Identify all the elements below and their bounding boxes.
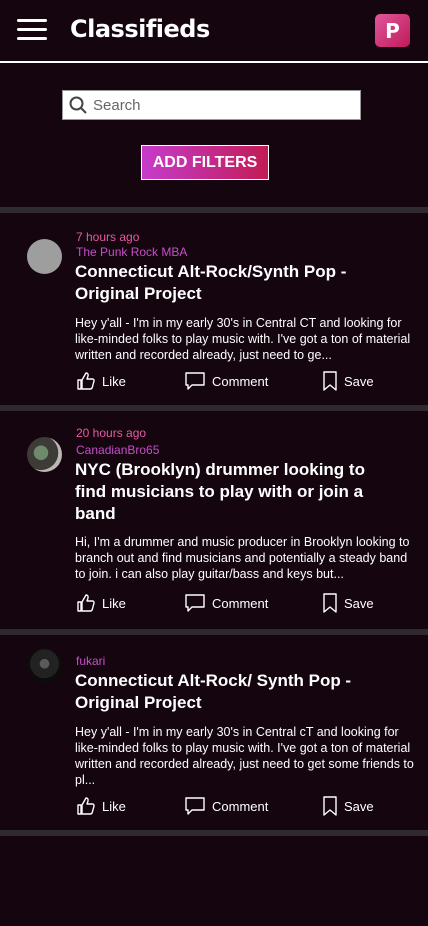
like-button[interactable]: Like bbox=[76, 796, 126, 816]
comment-label: Comment bbox=[212, 798, 269, 814]
save-label: Save bbox=[344, 798, 374, 814]
post-card[interactable]: 20 hours ago CanadianBro65 NYC (Brooklyn… bbox=[0, 411, 428, 629]
post-actions: Like Comment Save bbox=[0, 371, 428, 395]
save-button[interactable]: Save bbox=[322, 796, 374, 816]
avatar bbox=[27, 437, 62, 472]
post-title[interactable]: Connecticut Alt-Rock/ Synth Pop - Origin… bbox=[75, 670, 375, 714]
post-excerpt: Hey y'all - I'm in my early 30's in Cent… bbox=[75, 725, 414, 787]
app-title: Classifieds bbox=[70, 15, 210, 43]
thumbs-up-icon bbox=[77, 797, 95, 815]
bookmark-icon bbox=[323, 593, 337, 613]
app-header: Classifieds P bbox=[0, 0, 428, 62]
post-excerpt: Hey y'all - I'm in my early 30's in Cent… bbox=[75, 316, 411, 362]
hamburger-menu-icon[interactable] bbox=[17, 19, 47, 41]
like-button[interactable]: Like bbox=[76, 371, 126, 391]
comment-button[interactable]: Comment bbox=[184, 371, 268, 391]
post-author[interactable]: The Punk Rock MBA bbox=[76, 245, 187, 259]
search-bar[interactable] bbox=[62, 90, 361, 120]
like-button[interactable]: Like bbox=[76, 593, 126, 613]
save-button[interactable]: Save bbox=[322, 593, 374, 613]
comment-button[interactable]: Comment bbox=[184, 796, 268, 816]
thumbs-up-icon bbox=[77, 594, 95, 612]
post-excerpt: Hi, I'm a drummer and music producer in … bbox=[75, 535, 410, 581]
post-card[interactable]: 7 hours ago The Punk Rock MBA Connecticu… bbox=[0, 213, 428, 405]
section-divider bbox=[0, 830, 428, 836]
post-actions: Like Comment Save bbox=[0, 796, 428, 820]
post-title[interactable]: Connecticut Alt-Rock/Synth Pop - Origina… bbox=[75, 261, 375, 305]
like-label: Like bbox=[102, 595, 126, 611]
like-label: Like bbox=[102, 798, 126, 814]
search-input[interactable] bbox=[93, 92, 360, 118]
thumbs-up-icon bbox=[77, 372, 95, 390]
comment-label: Comment bbox=[212, 595, 269, 611]
add-filters-button[interactable]: ADD FILTERS bbox=[141, 145, 269, 180]
comment-icon bbox=[185, 594, 205, 612]
save-button[interactable]: Save bbox=[322, 371, 374, 391]
like-label: Like bbox=[102, 373, 126, 389]
post-author[interactable]: fukari bbox=[76, 654, 105, 668]
search-icon bbox=[63, 91, 93, 119]
header-divider bbox=[0, 61, 428, 63]
save-label: Save bbox=[344, 595, 374, 611]
comment-icon bbox=[185, 372, 205, 390]
post-card[interactable]: fukari Connecticut Alt-Rock/ Synth Pop -… bbox=[0, 635, 428, 830]
save-label: Save bbox=[344, 373, 374, 389]
bookmark-icon bbox=[323, 796, 337, 816]
profile-initial: P bbox=[385, 18, 400, 43]
profile-button[interactable]: P bbox=[375, 14, 410, 47]
comment-icon bbox=[185, 797, 205, 815]
post-author[interactable]: CanadianBro65 bbox=[76, 443, 159, 457]
post-title[interactable]: NYC (Brooklyn) drummer looking to find m… bbox=[75, 459, 375, 525]
post-time: 20 hours ago bbox=[76, 426, 147, 440]
avatar bbox=[27, 648, 62, 683]
post-time: 7 hours ago bbox=[76, 230, 140, 244]
post-actions: Like Comment Save bbox=[0, 593, 428, 617]
comment-label: Comment bbox=[212, 373, 269, 389]
comment-button[interactable]: Comment bbox=[184, 593, 268, 613]
avatar bbox=[27, 239, 62, 274]
bookmark-icon bbox=[323, 371, 337, 391]
